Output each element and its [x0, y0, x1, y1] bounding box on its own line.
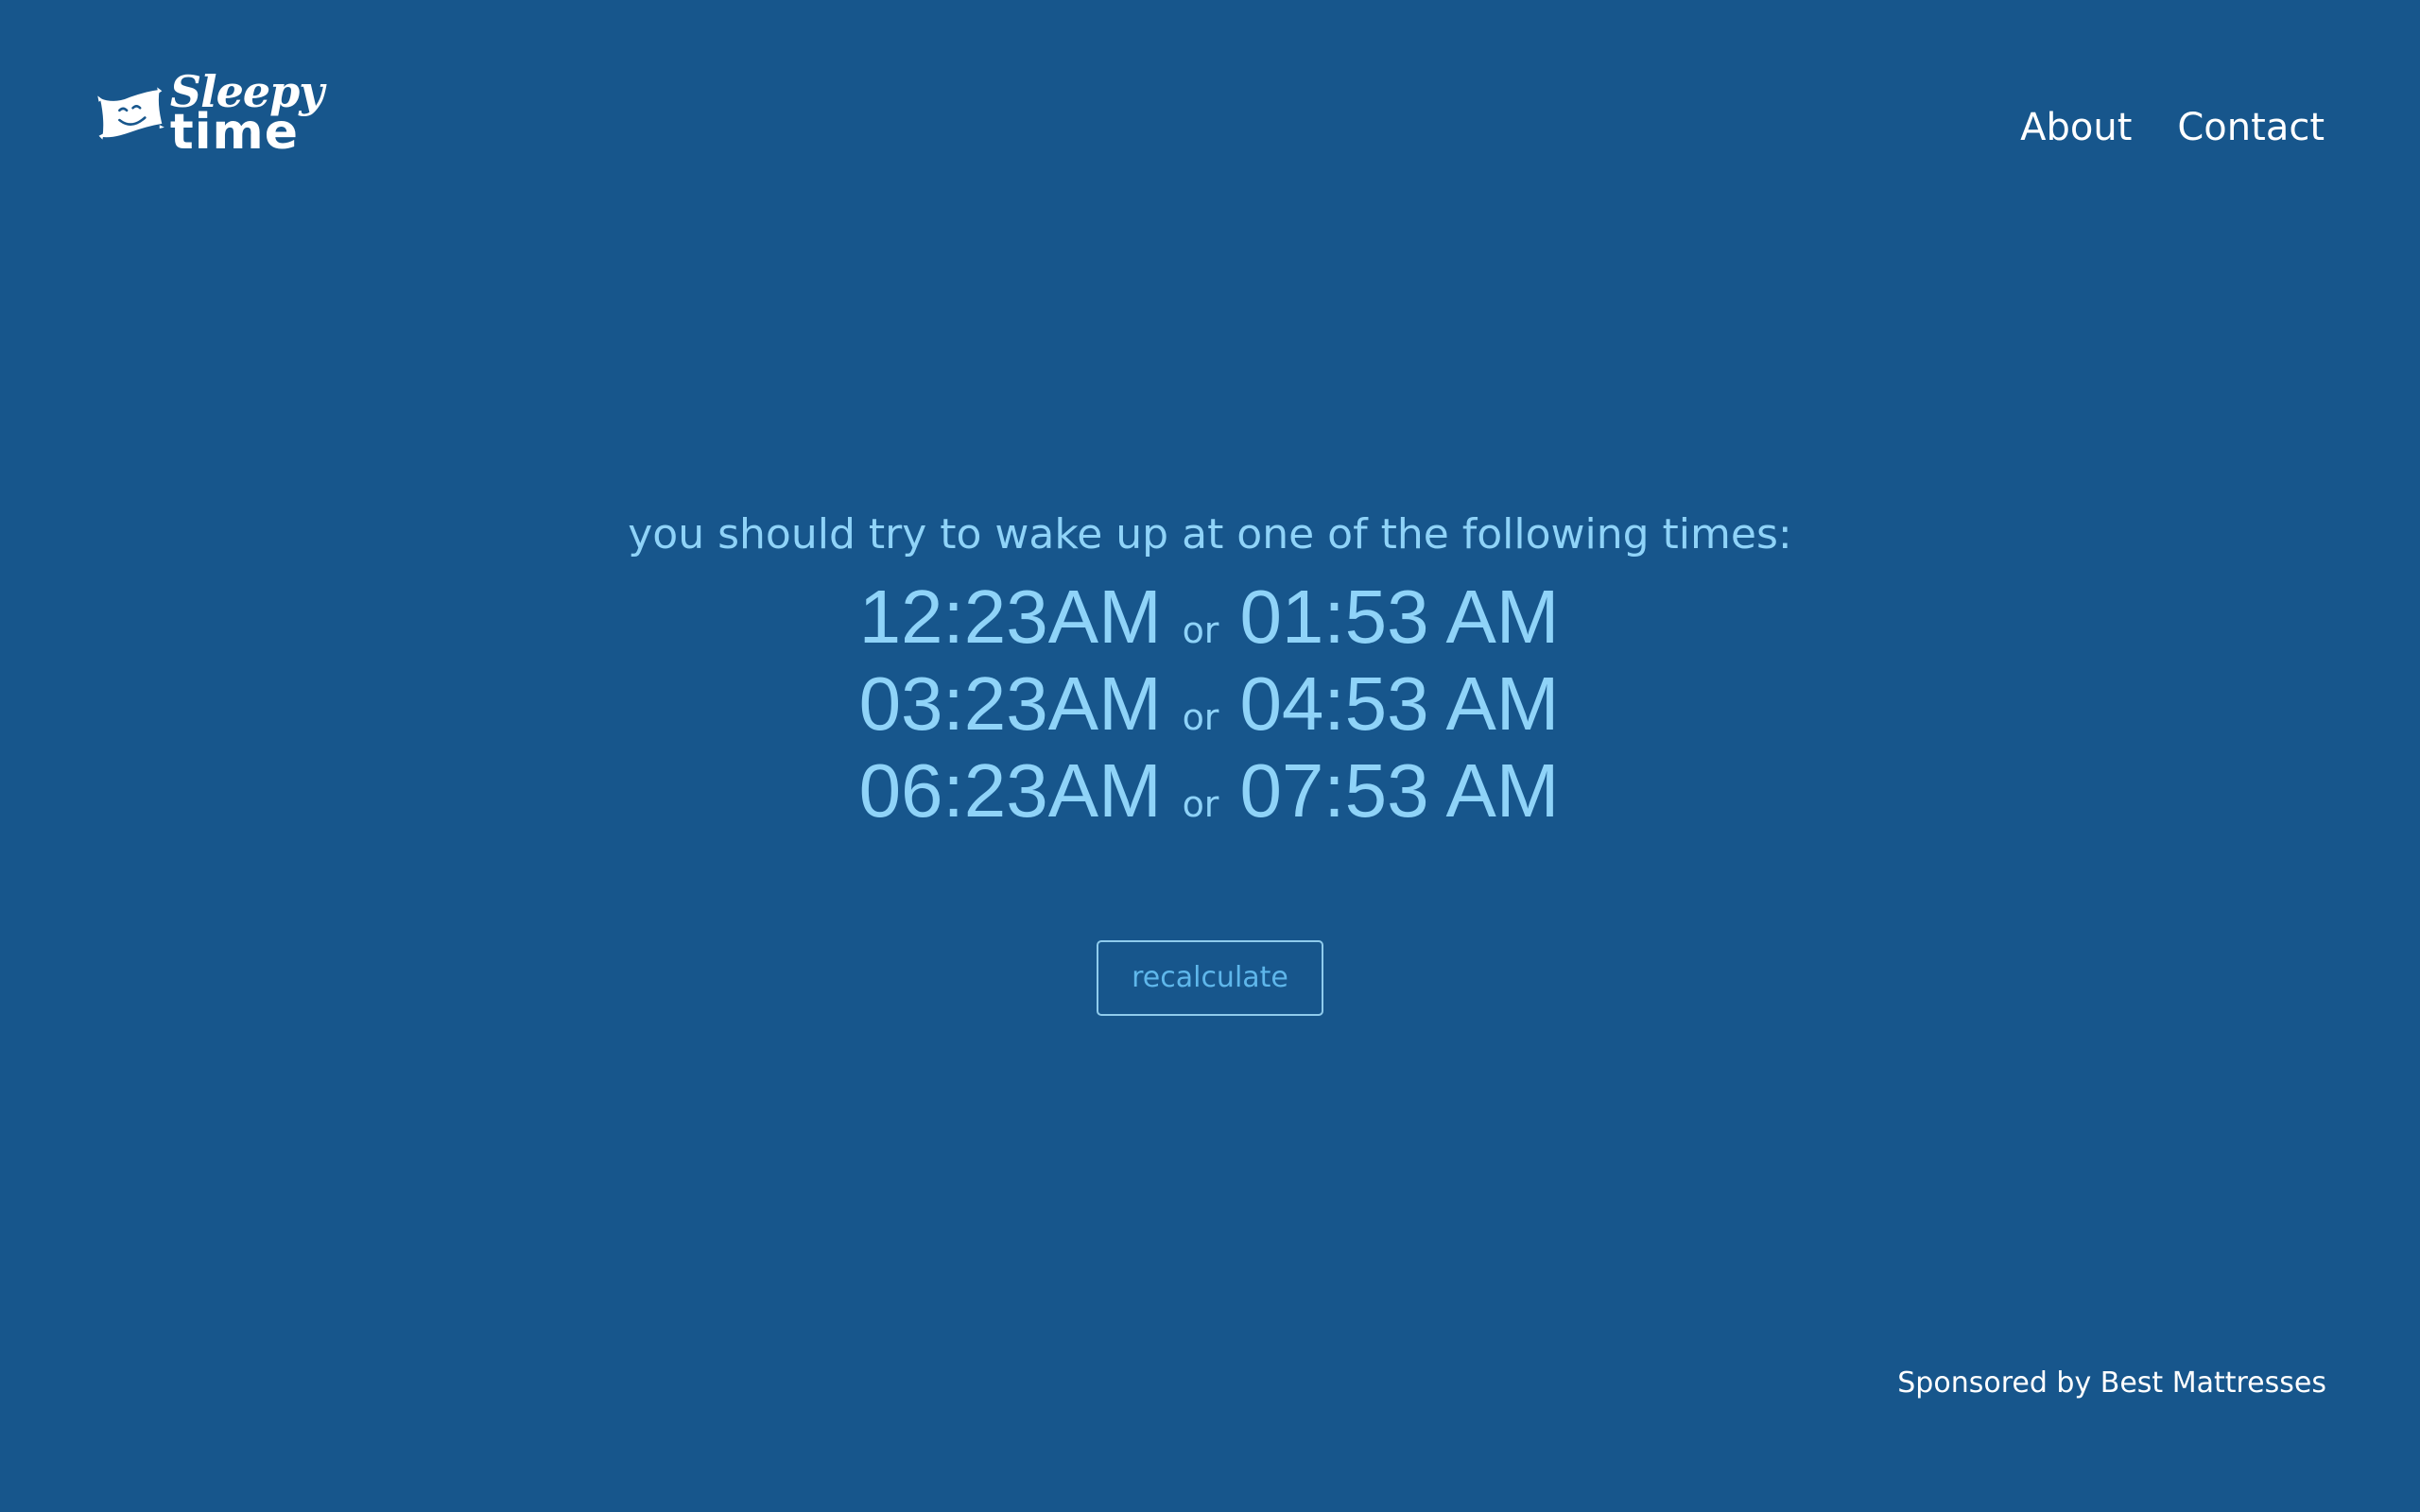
top-nav: About Contact: [2020, 106, 2325, 149]
logo-word-time: time: [169, 104, 300, 161]
wake-time-option: 03:23AM: [858, 662, 1162, 746]
wake-time-option: 07:53 AM: [1239, 748, 1560, 833]
wake-time-row: 12:23AM or 01:53 AM: [0, 574, 2420, 661]
sponsor-link[interactable]: Sponsored by Best Mattresses: [1897, 1366, 2326, 1400]
smiling-pillow-icon: [97, 87, 164, 140]
wake-time-option: 04:53 AM: [1239, 662, 1560, 746]
or-separator: or: [1182, 610, 1219, 651]
wake-time-row: 03:23AM or 04:53 AM: [0, 661, 2420, 747]
or-separator: or: [1182, 696, 1219, 738]
nav-contact-link[interactable]: Contact: [2177, 106, 2325, 149]
results-intro: you should try to wake up at one of the …: [628, 510, 1792, 558]
wake-time-option: 01:53 AM: [1239, 575, 1560, 659]
nav-about-link[interactable]: About: [2020, 106, 2132, 149]
results-section: you should try to wake up at one of the …: [0, 510, 2420, 1016]
wake-time-row: 06:23AM or 07:53 AM: [0, 747, 2420, 834]
wake-time-option: 06:23AM: [858, 748, 1162, 833]
page: Sleepy time About Contact you should try…: [0, 0, 2420, 1512]
logo[interactable]: Sleepy time: [96, 66, 324, 161]
wake-time-option: 12:23AM: [858, 575, 1162, 659]
or-separator: or: [1182, 783, 1219, 825]
logo-text: Sleepy time: [169, 70, 324, 161]
recalculate-button[interactable]: recalculate: [1097, 940, 1323, 1016]
wake-times-list: 12:23AM or 01:53 AM 03:23AM or 04:53 AM …: [0, 574, 2420, 834]
